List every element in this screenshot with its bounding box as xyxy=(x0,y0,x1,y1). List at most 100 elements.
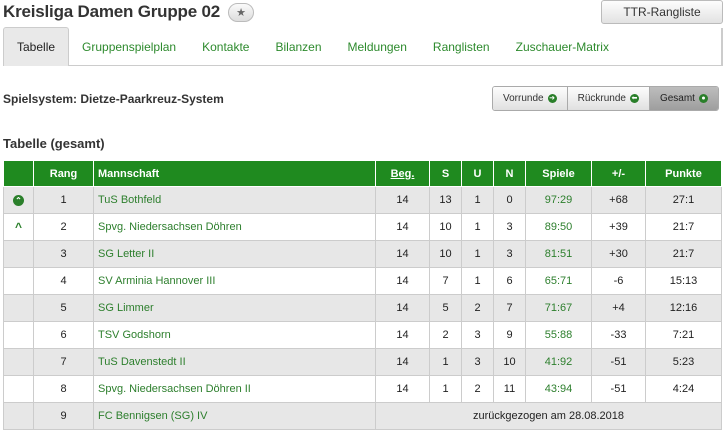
header-indicator xyxy=(3,160,34,187)
cell-punkte: 15:13 xyxy=(645,267,722,295)
spielsystem-label: Spielsystem: Dietze-Paarkreuz-System xyxy=(3,92,224,106)
cell-indicator xyxy=(3,375,34,403)
header-beg[interactable]: Beg. xyxy=(375,160,430,187)
cell-punkte: 5:23 xyxy=(645,348,722,376)
table-row: 7 TuS Davenstedt II 14 1 3 10 41:92 -51 5:23 xyxy=(3,348,722,376)
cell-indicator xyxy=(3,348,34,376)
cell-diff: -33 xyxy=(591,321,646,349)
header-n: N xyxy=(493,160,526,187)
table-row: 3 SG Letter II 14 10 1 3 81:51 +30 21:7 xyxy=(3,240,722,268)
cell-indicator: ⌃ xyxy=(3,186,34,214)
cell-beg: 14 xyxy=(375,321,430,349)
table-row: ⌃ 1 TuS Bothfeld 14 13 1 0 97:29 +68 27:1 xyxy=(3,186,722,214)
cell-u: 2 xyxy=(461,375,494,403)
cell-spiele[interactable]: 89:50 xyxy=(525,213,592,241)
cell-u: 1 xyxy=(461,267,494,295)
ttr-rangliste-button[interactable]: TTR-Rangliste xyxy=(601,0,723,24)
table-row: ^ 2 Spvg. Niedersachsen Döhren 14 10 1 3 89:50 +… xyxy=(3,213,722,241)
cell-u: 1 xyxy=(461,240,494,268)
arrow-right-icon: ➜ xyxy=(547,94,557,103)
tab-zuschauer-matrix[interactable]: Zuschauer-Matrix xyxy=(503,28,622,65)
cell-u: 3 xyxy=(461,321,494,349)
cell-spiele[interactable]: 97:29 xyxy=(525,186,592,214)
vorrunde-label: Vorrunde xyxy=(503,93,544,104)
cell-withdrawn-note: zurückgezogen am 28.08.2018 xyxy=(375,402,722,430)
rueckrunde-label: Rückrunde xyxy=(577,93,626,104)
cell-rang: 6 xyxy=(33,321,94,349)
favorite-button[interactable]: ★ xyxy=(228,2,255,22)
rueckrunde-button[interactable]: Rückrunde ⬅ xyxy=(566,87,649,110)
tab-meldungen[interactable]: Meldungen xyxy=(335,28,420,65)
cell-team[interactable]: TSV Godshorn xyxy=(93,321,376,349)
cell-indicator xyxy=(3,321,34,349)
cell-s: 1 xyxy=(429,348,462,376)
gesamt-label: Gesamt xyxy=(659,93,695,104)
cell-beg: 14 xyxy=(375,348,430,376)
tab-tabelle[interactable]: Tabelle xyxy=(3,27,70,66)
cell-s: 10 xyxy=(429,213,462,241)
cell-u: 2 xyxy=(461,294,494,322)
cell-team[interactable]: SV Arminia Hannover III xyxy=(93,267,376,295)
cell-s: 2 xyxy=(429,321,462,349)
cell-u: 1 xyxy=(461,213,494,241)
arrow-left-icon: ⬅ xyxy=(629,94,639,103)
page-title: Kreisliga Damen Gruppe 02 xyxy=(3,2,221,21)
cell-spiele[interactable]: 65:71 xyxy=(525,267,592,295)
cell-rang: 8 xyxy=(33,375,94,403)
cell-team[interactable]: FC Bennigsen (SG) IV xyxy=(93,402,376,430)
cell-diff: -51 xyxy=(591,375,646,403)
cell-team[interactable]: SG Limmer xyxy=(93,294,376,322)
vorrunde-button[interactable]: Vorrunde ➜ xyxy=(493,87,567,110)
cell-n: 9 xyxy=(493,321,526,349)
tab-gruppenspielplan[interactable]: Gruppenspielplan xyxy=(69,28,189,65)
cell-spiele[interactable]: 81:51 xyxy=(525,240,592,268)
tab-ranglisten[interactable]: Ranglisten xyxy=(420,28,503,65)
cell-s: 1 xyxy=(429,375,462,403)
header-punkte: Punkte xyxy=(645,160,722,187)
table-row-withdrawn: 9 FC Bennigsen (SG) IV zurückgezogen am 28… xyxy=(3,402,722,430)
cell-n: 3 xyxy=(493,240,526,268)
cell-beg: 14 xyxy=(375,294,430,322)
cell-team[interactable]: TuS Davenstedt II xyxy=(93,348,376,376)
header-spiele: Spiele xyxy=(525,160,592,187)
cell-punkte: 27:1 xyxy=(645,186,722,214)
cell-beg: 14 xyxy=(375,375,430,403)
table-row: 6 TSV Godshorn 14 2 3 9 55:88 -33 7:21 xyxy=(3,321,722,349)
cell-team[interactable]: TuS Bothfeld xyxy=(93,186,376,214)
cell-n: 11 xyxy=(493,375,526,403)
cell-team[interactable]: Spvg. Niedersachsen Döhren xyxy=(93,213,376,241)
header-u: U xyxy=(461,160,494,187)
cell-spiele[interactable]: 43:94 xyxy=(525,375,592,403)
cell-s: 7 xyxy=(429,267,462,295)
cell-spiele[interactable]: 55:88 xyxy=(525,321,592,349)
cell-s: 5 xyxy=(429,294,462,322)
gesamt-button[interactable]: Gesamt ● xyxy=(648,87,718,110)
cell-team[interactable]: Spvg. Niedersachsen Döhren II xyxy=(93,375,376,403)
tab-bilanzen[interactable]: Bilanzen xyxy=(262,28,334,65)
cell-beg: 14 xyxy=(375,267,430,295)
round-selector: Vorrunde ➜ Rückrunde ⬅ Gesamt ● xyxy=(492,86,719,111)
cell-indicator: ^ xyxy=(3,213,34,241)
table-row: 5 SG Limmer 14 5 2 7 71:67 +4 12:16 xyxy=(3,294,722,322)
cell-rang: 4 xyxy=(33,267,94,295)
cell-team[interactable]: SG Letter II xyxy=(93,240,376,268)
table-row: 8 Spvg. Niedersachsen Döhren II 14 1 2 11 43:9… xyxy=(3,375,722,403)
cell-beg: 14 xyxy=(375,213,430,241)
cell-diff: +4 xyxy=(591,294,646,322)
table-row: 4 SV Arminia Hannover III 14 7 1 6 65:71 -6 15:1… xyxy=(3,267,722,295)
cell-diff: -6 xyxy=(591,267,646,295)
table-header-row: Rang Mannschaft Beg. S U N Spiele +/- Pu… xyxy=(3,160,722,187)
cell-diff: +68 xyxy=(591,186,646,214)
header-mannschaft: Mannschaft xyxy=(93,160,376,187)
cell-rang: 1 xyxy=(33,186,94,214)
cell-spiele[interactable]: 41:92 xyxy=(525,348,592,376)
header-diff: +/- xyxy=(591,160,646,187)
cell-beg: 14 xyxy=(375,186,430,214)
tab-bar: Tabelle Gruppenspielplan Kontakte Bilanz… xyxy=(3,27,723,66)
cell-punkte: 21:7 xyxy=(645,240,722,268)
cell-spiele[interactable]: 71:67 xyxy=(525,294,592,322)
cell-indicator xyxy=(3,294,34,322)
tab-kontakte[interactable]: Kontakte xyxy=(189,28,262,65)
header-rang: Rang xyxy=(33,160,94,187)
standings-table: Rang Mannschaft Beg. S U N Spiele +/- Pu… xyxy=(3,160,722,430)
